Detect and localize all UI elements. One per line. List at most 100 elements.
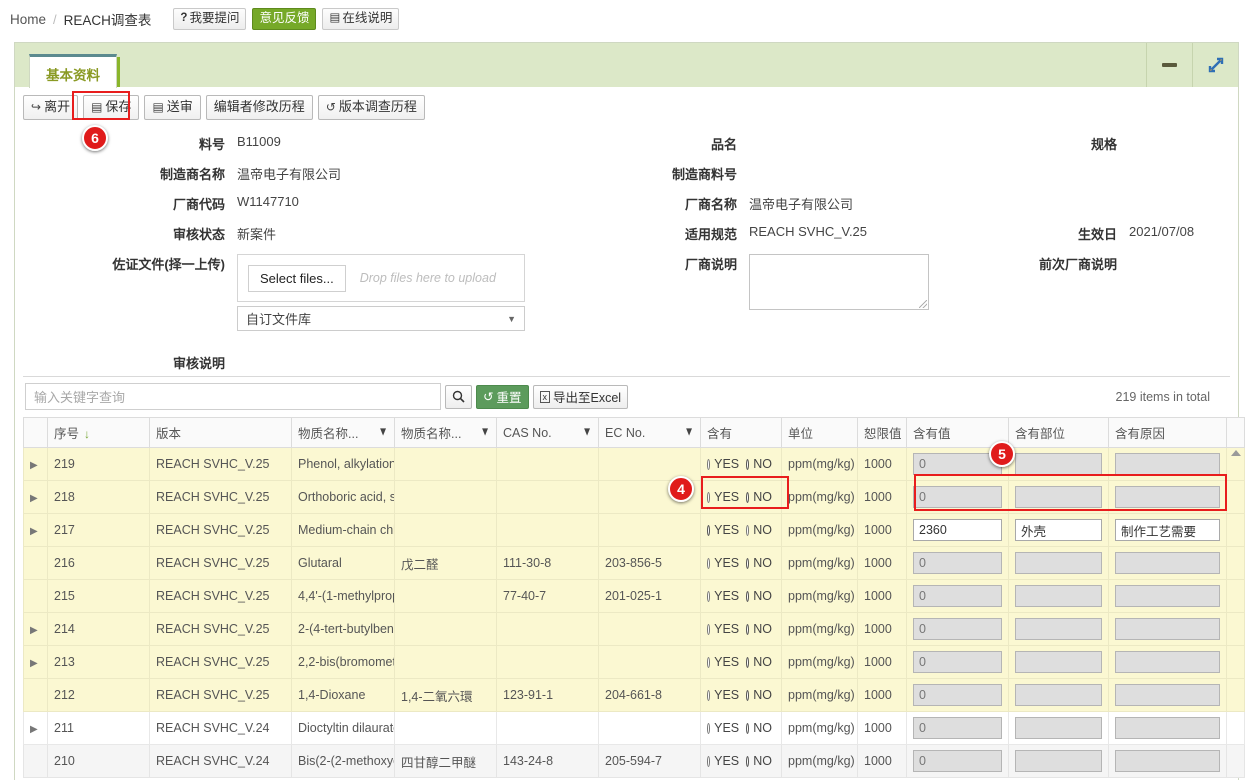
filter-funnel-icon[interactable]: ▼ <box>378 426 388 440</box>
column-header-limit[interactable]: 恕限值 <box>857 417 907 448</box>
editor-history-button[interactable]: 编辑者修改历程 <box>205 95 313 120</box>
grid-scrollbar[interactable] <box>1226 711 1245 745</box>
audit-note-label: 审核说明 <box>172 356 225 371</box>
radio-no[interactable] <box>746 458 750 470</box>
chevron-right-icon[interactable]: ▶ <box>30 724 38 735</box>
grid-scrollbar[interactable] <box>1226 612 1245 646</box>
file-library-select[interactable]: 自订文件库 ▼ <box>237 306 525 331</box>
row-expander-cell <box>23 546 48 580</box>
leave-button[interactable]: ↪ 离开 <box>23 95 79 120</box>
radio-yes[interactable] <box>707 623 711 635</box>
cell-version: REACH SVHC_V.25 <box>149 678 292 712</box>
table-row[interactable]: ▶ 213 REACH SVHC_V.25 2,2-bis(bromomet YES NO… <box>23 645 1245 679</box>
radio-yes[interactable] <box>707 458 711 470</box>
grid-scrollbar[interactable] <box>1226 678 1245 712</box>
maker-material-no-label: 制造商料号 <box>671 167 737 182</box>
column-header-ec[interactable]: EC No. ▼ <box>598 417 701 448</box>
column-header-cas[interactable]: CAS No. ▼ <box>496 417 599 448</box>
radio-no[interactable] <box>746 590 750 602</box>
grid-scrollbar[interactable] <box>1226 447 1245 481</box>
minimize-button[interactable] <box>1146 43 1192 87</box>
chevron-right-icon[interactable]: ▶ <box>30 460 38 471</box>
grid-scrollbar[interactable] <box>1226 579 1245 613</box>
cell-substance_en: 2-(4-tert-butylbenz <box>291 612 395 646</box>
cell-part: 外壳 <box>1008 513 1109 547</box>
part-input[interactable]: 外壳 <box>1015 519 1102 541</box>
radio-no[interactable] <box>746 722 750 734</box>
column-header-version[interactable]: 版本 <box>149 417 292 448</box>
radio-yes[interactable] <box>707 491 711 503</box>
table-row[interactable]: 212 REACH SVHC_V.25 1,4-Dioxane 1,4-二氧六環 123… <box>23 678 1245 712</box>
radio-no[interactable] <box>746 755 750 767</box>
version-history-button[interactable]: ↺ 版本调查历程 <box>317 95 425 120</box>
filter-funnel-icon[interactable]: ▼ <box>480 426 490 440</box>
ask-question-button[interactable]: ? 我要提问 <box>173 8 247 30</box>
radio-no[interactable] <box>746 524 750 536</box>
reset-button[interactable]: ↺ 重置 <box>476 384 529 409</box>
grid-scrollbar[interactable] <box>1226 744 1245 778</box>
table-row[interactable]: 215 REACH SVHC_V.25 4,4'-(1-methylprop 77-4… <box>23 579 1245 613</box>
column-header-unit[interactable]: 单位 <box>781 417 858 448</box>
radio-yes[interactable] <box>707 722 711 734</box>
sort-down-icon[interactable]: ↓ <box>84 427 90 441</box>
radio-no[interactable] <box>746 656 750 668</box>
radio-yes[interactable] <box>707 755 711 767</box>
radio-yes[interactable] <box>707 524 711 536</box>
feedback-button[interactable]: 意见反馈 <box>252 8 317 30</box>
column-header-seq[interactable]: 序号 ↓ <box>47 417 150 448</box>
scroll-up-icon[interactable] <box>1231 450 1241 456</box>
table-row[interactable]: ▶ 219 REACH SVHC_V.25 Phenol, alkylation YES… <box>23 447 1245 481</box>
chevron-right-icon[interactable]: ▶ <box>30 625 38 636</box>
table-row[interactable]: ▶ 218 REACH SVHC_V.25 Orthoboric acid, s YES… <box>23 480 1245 514</box>
grid-scrollbar[interactable] <box>1226 513 1245 547</box>
table-row[interactable]: 210 REACH SVHC_V.24 Bis(2-(2-methoxye 四甘醇二甲… <box>23 744 1245 778</box>
value-input[interactable]: 2360 <box>913 519 1002 541</box>
value-input: 0 <box>913 750 1002 772</box>
filter-funnel-icon[interactable]: ▼ <box>684 426 694 440</box>
breadcrumb-home[interactable]: Home <box>10 12 46 27</box>
grid-scrollbar[interactable] <box>1226 546 1245 580</box>
online-help-button[interactable]: ▤ 在线说明 <box>322 8 400 30</box>
chevron-right-icon[interactable]: ▶ <box>30 493 38 504</box>
table-row[interactable]: 216 REACH SVHC_V.25 Glutaral 戊二醛 111-30-8 203… <box>23 546 1245 580</box>
chevron-right-icon[interactable]: ▶ <box>30 526 38 537</box>
radio-yes[interactable] <box>707 557 711 569</box>
select-files-button[interactable]: Select files... <box>248 264 346 292</box>
radio-yes-label: YES <box>714 622 740 636</box>
radio-no[interactable] <box>746 557 750 569</box>
radio-no[interactable] <box>746 689 750 701</box>
chevron-right-icon[interactable]: ▶ <box>30 658 38 669</box>
radio-yes[interactable] <box>707 590 711 602</box>
grid-scrollbar[interactable] <box>1226 645 1245 679</box>
table-row[interactable]: ▶ 211 REACH SVHC_V.24 Dioctyltin dilaurate Y… <box>23 711 1245 745</box>
submit-review-button[interactable]: ▤ 送审 <box>144 95 201 120</box>
file-library-value: 自订文件库 <box>246 312 312 327</box>
column-header-substance_en[interactable]: 物质名称... ▼ <box>291 417 395 448</box>
expand-button[interactable] <box>1192 43 1238 87</box>
column-header-contains[interactable]: 含有 <box>700 417 782 448</box>
radio-yes[interactable] <box>707 656 711 668</box>
scrollbar-header-spacer <box>1226 417 1245 448</box>
grid-scrollbar[interactable] <box>1226 480 1245 514</box>
radio-no[interactable] <box>746 623 750 635</box>
column-header-expander[interactable] <box>23 417 48 448</box>
radio-no[interactable] <box>746 491 750 503</box>
file-dropzone[interactable]: Select files... Drop files here to uploa… <box>237 254 525 302</box>
export-excel-button[interactable]: x 导出至Excel <box>532 384 629 409</box>
reason-input <box>1115 486 1220 508</box>
column-header-reason[interactable]: 含有原因 <box>1108 417 1227 448</box>
tab-basic-info[interactable]: 基本资料 <box>29 54 117 88</box>
filter-funnel-icon[interactable]: ▼ <box>582 426 592 440</box>
save-button[interactable]: ▤ 保存 <box>83 95 140 120</box>
search-input[interactable]: 输入关键字查询 <box>25 383 441 410</box>
reason-input[interactable]: 制作工艺需要 <box>1115 519 1220 541</box>
table-row[interactable]: ▶ 217 REACH SVHC_V.25 Medium-chain chl YES NO… <box>23 513 1245 547</box>
search-button[interactable] <box>445 384 472 409</box>
column-header-part[interactable]: 含有部位 <box>1008 417 1109 448</box>
excel-icon: x <box>539 390 550 403</box>
cell-value: 0 <box>906 744 1009 778</box>
radio-yes[interactable] <box>707 689 711 701</box>
column-header-substance_cn[interactable]: 物质名称... ▼ <box>394 417 497 448</box>
vendor-note-textarea[interactable] <box>749 254 929 310</box>
table-row[interactable]: ▶ 214 REACH SVHC_V.25 2-(4-tert-butylbenz YE… <box>23 612 1245 646</box>
